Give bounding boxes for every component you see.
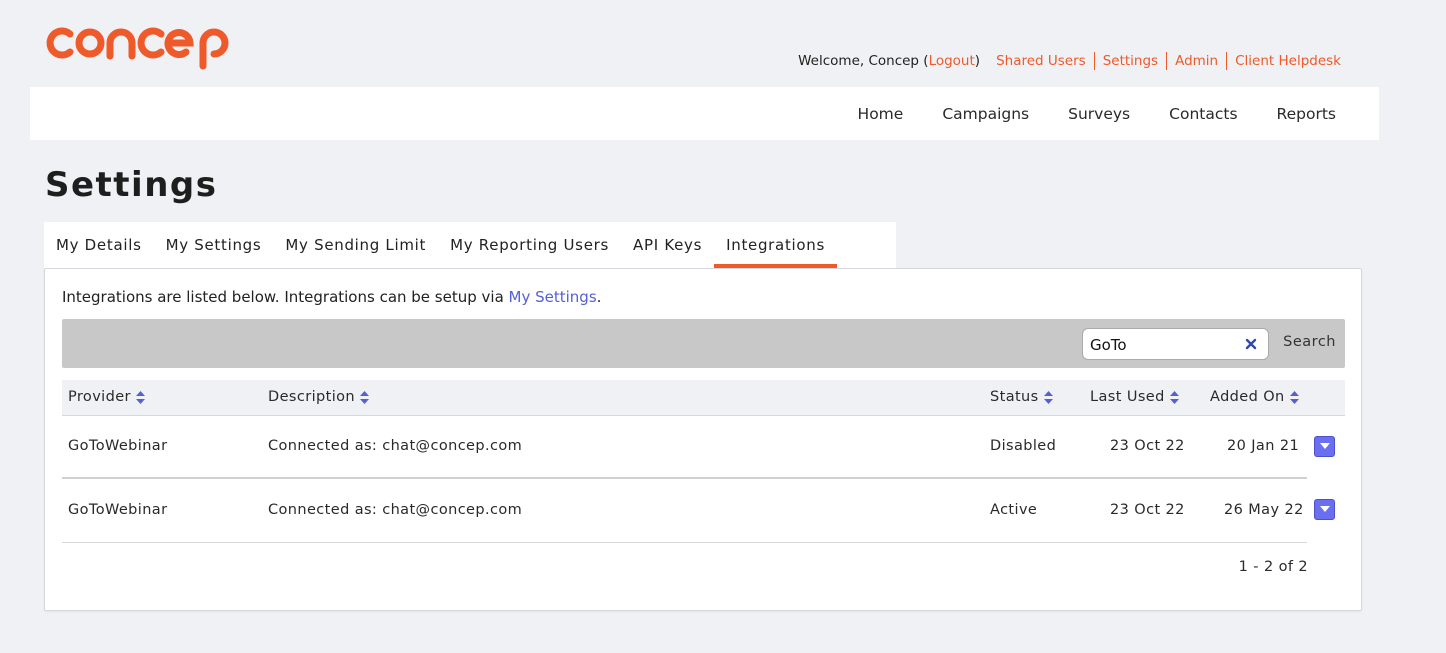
shared-users-link[interactable]: Shared Users — [996, 53, 1086, 69]
pagination-info: 1 - 2 of 2 — [1238, 559, 1308, 575]
cell-last-used: 23 Oct 22 — [1110, 502, 1185, 518]
logout-link[interactable]: Logout — [929, 53, 975, 69]
search-input[interactable] — [1090, 335, 1240, 355]
sort-icon — [1043, 390, 1053, 404]
nav-contacts[interactable]: Contacts — [1169, 105, 1237, 123]
caret-down-icon — [1320, 506, 1330, 512]
nav-campaigns[interactable]: Campaigns — [942, 105, 1029, 123]
integrations-panel: Integrations are listed below. Integrati… — [44, 268, 1362, 611]
cell-added-on: 26 May 22 — [1224, 502, 1304, 518]
admin-link[interactable]: Admin — [1175, 53, 1218, 69]
concep-logo — [46, 27, 229, 70]
search-box — [1082, 328, 1269, 360]
intro-text: Integrations are listed below. Integrati… — [62, 288, 602, 306]
settings-link[interactable]: Settings — [1103, 53, 1158, 69]
cell-status: Disabled — [990, 438, 1057, 454]
cell-provider: GoToWebinar — [68, 502, 168, 518]
page-title: Settings — [45, 165, 218, 205]
welcome-text: Welcome, Concep (Logout) — [798, 53, 981, 69]
table-row: GoToWebinar Connected as: chat@concep.co… — [62, 480, 1335, 543]
user-bar: Welcome, Concep (Logout) Shared Users Se… — [798, 52, 1341, 70]
sort-icon — [1289, 390, 1299, 404]
nav-surveys[interactable]: Surveys — [1068, 105, 1130, 123]
cell-added-on: 20 Jan 21 — [1227, 438, 1300, 454]
table-header: Provider Description Status Last Used Ad… — [62, 380, 1345, 416]
search-button[interactable]: Search — [1283, 334, 1336, 350]
tab-my-sending-limit[interactable]: My Sending Limit — [273, 222, 438, 268]
divider — [1226, 52, 1228, 70]
main-nav: Home Campaigns Surveys Contacts Reports — [30, 87, 1379, 140]
column-header-added-on[interactable]: Added On — [1210, 389, 1299, 405]
client-helpdesk-link[interactable]: Client Helpdesk — [1235, 53, 1341, 69]
caret-down-icon — [1320, 443, 1330, 449]
cell-description: Connected as: chat@concep.com — [268, 502, 523, 518]
column-header-provider[interactable]: Provider — [68, 389, 145, 405]
column-header-last-used[interactable]: Last Used — [1090, 389, 1179, 405]
divider — [1166, 52, 1168, 70]
divider — [1093, 52, 1095, 70]
tab-api-keys[interactable]: API Keys — [621, 222, 714, 268]
cell-provider: GoToWebinar — [68, 438, 168, 454]
nav-reports[interactable]: Reports — [1277, 105, 1336, 123]
close-icon[interactable] — [1243, 336, 1259, 352]
cell-status: Active — [990, 502, 1038, 518]
column-header-description[interactable]: Description — [268, 389, 369, 405]
row-actions-button[interactable] — [1314, 499, 1335, 520]
tab-my-details[interactable]: My Details — [44, 222, 154, 268]
nav-home[interactable]: Home — [858, 105, 904, 123]
tab-my-reporting-users[interactable]: My Reporting Users — [438, 222, 621, 268]
cell-last-used: 23 Oct 22 — [1110, 438, 1185, 454]
table-row: GoToWebinar Connected as: chat@concep.co… — [62, 416, 1335, 479]
search-bar: Search — [62, 319, 1345, 368]
tab-integrations[interactable]: Integrations — [714, 222, 837, 268]
settings-tabs: My Details My Settings My Sending Limit … — [44, 222, 896, 268]
sort-icon — [1169, 390, 1179, 404]
cell-description: Connected as: chat@concep.com — [268, 438, 523, 454]
row-actions-button[interactable] — [1314, 436, 1335, 457]
tab-my-settings[interactable]: My Settings — [154, 222, 274, 268]
sort-icon — [135, 390, 145, 404]
my-settings-link[interactable]: My Settings — [509, 288, 597, 306]
sort-icon — [359, 390, 369, 404]
column-header-status[interactable]: Status — [990, 389, 1053, 405]
